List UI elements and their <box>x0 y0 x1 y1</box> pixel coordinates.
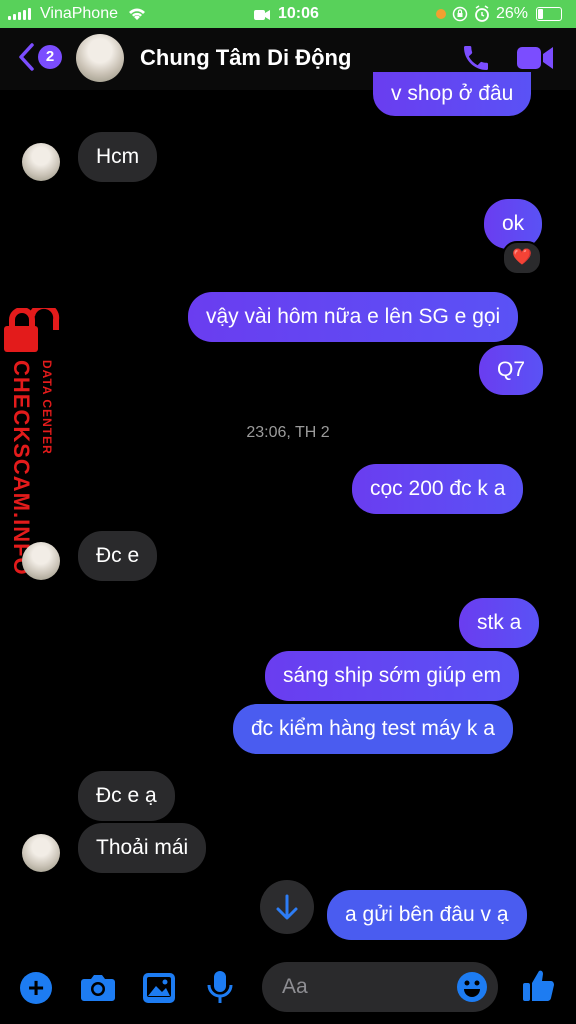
message-composer: + Aa <box>0 956 576 1024</box>
heart-reaction[interactable]: ❤️ <box>502 241 542 275</box>
outgoing-message[interactable]: đc kiểm hàng test máy k a <box>233 704 513 754</box>
outgoing-message[interactable]: a gửi bên đâu v ạ <box>327 890 527 940</box>
emoji-icon[interactable] <box>456 971 488 1008</box>
rotation-lock-icon <box>452 6 468 27</box>
incoming-message[interactable]: Đc e ạ <box>78 771 175 821</box>
orange-dot-indicator <box>436 9 446 19</box>
outgoing-message[interactable]: v shop ở đâu <box>373 72 532 116</box>
padlock-watermark-icon <box>2 302 62 359</box>
contact-name[interactable]: Chung Tâm Di Động <box>140 45 351 71</box>
contact-avatar[interactable] <box>76 34 124 82</box>
incoming-message[interactable]: Đc e <box>78 531 158 581</box>
alarm-icon <box>474 5 490 28</box>
message-timestamp: 23:06, TH 2 <box>246 424 330 441</box>
camera-indicator-icon <box>254 8 270 26</box>
arrow-down-icon <box>276 894 298 920</box>
battery-percent: 26% <box>496 5 529 22</box>
contact-avatar-small[interactable] <box>22 143 60 181</box>
contact-avatar-small[interactable] <box>22 542 60 580</box>
thumbs-up-icon[interactable] <box>520 968 556 1009</box>
watermark-subtext: DATA CENTER <box>40 360 54 455</box>
outgoing-message[interactable]: stk a <box>459 598 540 648</box>
plus-icon[interactable]: + <box>20 972 52 1004</box>
scroll-to-bottom-button[interactable] <box>260 880 314 934</box>
incoming-message[interactable]: Hcm <box>78 132 158 182</box>
photo-gallery-icon[interactable] <box>142 972 176 1009</box>
carrier-name: VinaPhone <box>40 5 118 22</box>
unread-count-badge[interactable]: 2 <box>38 45 62 69</box>
outgoing-message[interactable]: sáng ship sớm giúp em <box>265 651 520 701</box>
message-input-placeholder: Aa <box>282 975 308 998</box>
status-time: 10:06 <box>278 5 319 22</box>
camera-icon[interactable] <box>80 972 116 1007</box>
microphone-icon[interactable] <box>206 970 234 1011</box>
outgoing-message[interactable]: cọc 200 đc k a <box>352 464 524 514</box>
status-bar: VinaPhone 10:06 26% <box>0 0 576 28</box>
wifi-icon <box>126 4 148 27</box>
contact-avatar-small[interactable] <box>22 834 60 872</box>
back-chevron-icon[interactable] <box>16 42 36 77</box>
message-input[interactable]: Aa <box>262 962 498 1012</box>
outgoing-message[interactable]: vậy vài hôm nữa e lên SG e gọi <box>188 292 519 342</box>
outgoing-message[interactable]: Q7 <box>479 345 544 395</box>
signal-icon <box>8 8 31 20</box>
battery-icon <box>536 7 562 21</box>
incoming-message[interactable]: Thoải mái <box>78 823 207 873</box>
